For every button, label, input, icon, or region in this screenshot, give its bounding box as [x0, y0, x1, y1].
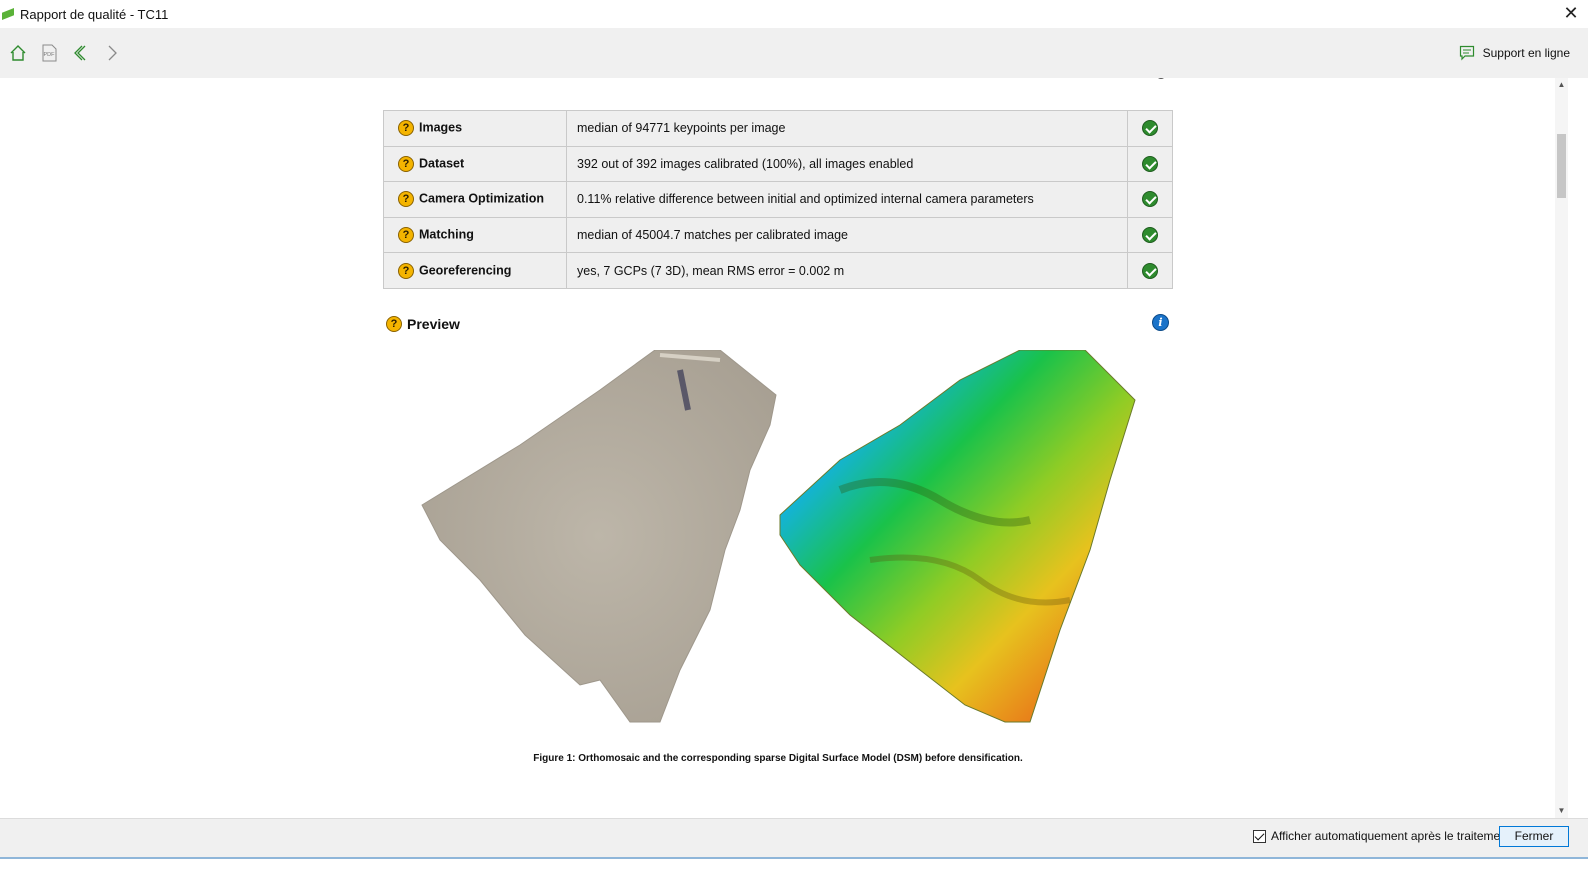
checkbox-checked-icon[interactable] [1253, 829, 1266, 843]
window-title: Rapport de qualité - TC11 [20, 6, 169, 22]
next-button[interactable] [99, 41, 123, 65]
check-ok-icon [1142, 262, 1158, 279]
preview-header: ? Preview [386, 316, 460, 332]
summary-row-name-label: Georeferencing [419, 262, 512, 277]
cutoff-icon-fragment [1156, 78, 1166, 79]
summary-row-name-label: Images [419, 120, 463, 135]
summary-row: ? Camera Optimization 0.11% relative diffe… [383, 181, 1173, 218]
pdf-icon-text: PDF [44, 52, 56, 58]
close-button[interactable]: Fermer [1499, 826, 1569, 847]
home-button[interactable] [6, 41, 30, 65]
help-icon[interactable]: ? [398, 227, 414, 244]
summary-row-status [1127, 216, 1173, 254]
chevron-right-icon [108, 45, 117, 61]
summary-row-name-label: Matching [419, 227, 474, 242]
summary-row-description: median of 45004.7 matches per calibrated… [566, 216, 1128, 254]
summary-row-name-label: Camera Optimization [419, 191, 545, 206]
online-support-button[interactable]: Support en ligne [1459, 45, 1570, 61]
summary-row-name-label: Dataset [419, 156, 465, 171]
pdf-icon: PDF [42, 44, 57, 62]
scroll-down-arrow-icon[interactable]: ▼ [1555, 804, 1568, 818]
summary-row-status [1127, 110, 1173, 147]
summary-row-name: ? Georeferencing [383, 252, 567, 289]
chat-icon [1459, 45, 1474, 61]
summary-row-status [1127, 145, 1173, 183]
summary-row-name: ? Images [383, 110, 567, 147]
orthomosaic-image [421, 350, 777, 723]
info-icon[interactable]: i [1152, 314, 1169, 331]
help-icon[interactable]: ? [386, 316, 402, 332]
previous-button[interactable] [68, 41, 92, 65]
summary-row-name: ? Dataset [383, 145, 567, 183]
auto-show-label: Afficher automatiquement après le traite… [1271, 829, 1511, 843]
title-bar: Rapport de qualité - TC11 ✕ [0, 0, 1588, 28]
check-ok-icon [1142, 227, 1158, 244]
status-strip [0, 857, 1588, 871]
quality-report-window: Rapport de qualité - TC11 ✕ PDF Support … [0, 0, 1588, 871]
toolbar: PDF Support en ligne [0, 28, 1588, 78]
dsm-image [779, 350, 1136, 723]
summary-row-name: ? Camera Optimization [383, 181, 567, 218]
summary-row: ? Dataset 392 out of 392 images calibrated… [383, 145, 1173, 183]
help-icon[interactable]: ? [398, 191, 414, 208]
help-icon[interactable]: ? [398, 120, 414, 137]
summary-row-status [1127, 181, 1173, 218]
check-ok-icon [1142, 155, 1158, 172]
help-icon[interactable]: ? [398, 262, 414, 279]
check-ok-icon [1142, 191, 1158, 208]
help-icon[interactable]: ? [398, 155, 414, 172]
app-logo-icon [2, 8, 14, 20]
preview-images [421, 350, 1136, 723]
window-close-button[interactable]: ✕ [1560, 2, 1582, 24]
chevron-left-icon [74, 45, 86, 61]
vertical-scrollbar[interactable]: ▲ ▼ [1555, 78, 1568, 818]
online-support-label: Support en ligne [1482, 46, 1570, 60]
report-content: ? Images median of 94771 keypoints per ima… [0, 78, 1568, 818]
summary-row-description: yes, 7 GCPs (7 3D), mean RMS error = 0.0… [566, 252, 1128, 289]
summary-row: ? Images median of 94771 keypoints per ima… [383, 110, 1173, 147]
auto-show-checkbox[interactable]: Afficher automatiquement après le traite… [1253, 829, 1510, 843]
summary-row: ? Matching median of 45004.7 matches per c… [383, 216, 1173, 254]
summary-row: ? Georeferencing yes, 7 GCPs (7 3D), mean … [383, 252, 1173, 289]
summary-row-status [1127, 252, 1173, 289]
figure-caption: Figure 1: Orthomosaic and the correspond… [533, 753, 1023, 764]
footer-bar: Afficher automatiquement après le traite… [0, 818, 1588, 871]
check-ok-icon [1142, 120, 1158, 137]
scroll-up-arrow-icon[interactable]: ▲ [1555, 78, 1568, 92]
summary-row-description: median of 94771 keypoints per image [566, 110, 1128, 147]
summary-row-description: 0.11% relative difference between initia… [566, 181, 1128, 218]
export-pdf-button[interactable]: PDF [37, 41, 61, 65]
preview-title: Preview [407, 316, 460, 332]
summary-row-name: ? Matching [383, 216, 567, 254]
summary-table: ? Images median of 94771 keypoints per ima… [383, 110, 1173, 289]
summary-row-description: 392 out of 392 images calibrated (100%),… [566, 145, 1128, 183]
home-icon [10, 45, 26, 61]
scrollbar-thumb[interactable] [1557, 134, 1566, 198]
